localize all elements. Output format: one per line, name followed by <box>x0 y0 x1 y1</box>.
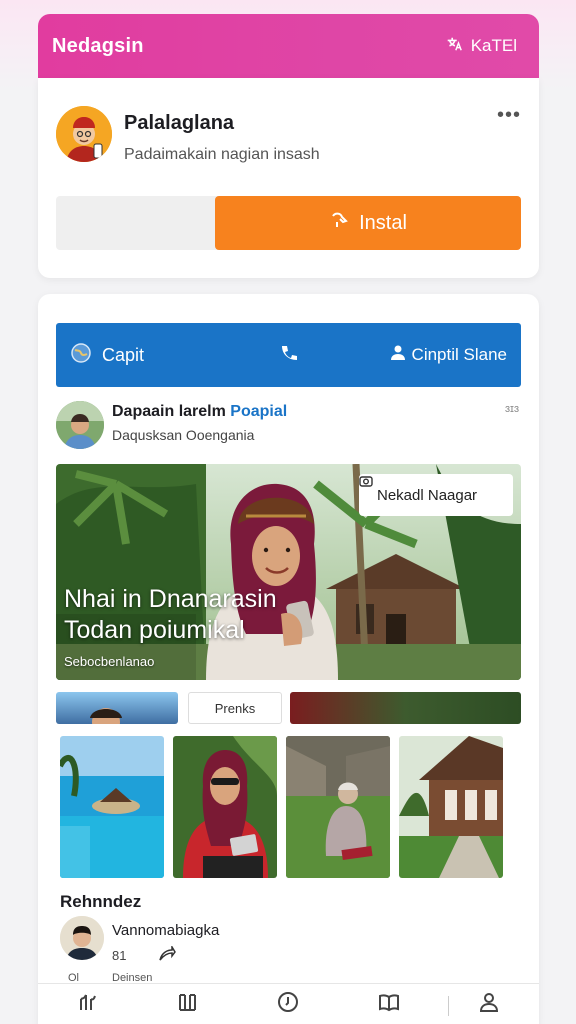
book-icon <box>377 990 401 1019</box>
post-hero-image[interactable]: Nekadl Naagar Nhai in Dnanarasin Todan p… <box>56 464 521 680</box>
more-options-icon[interactable]: ••• <box>497 104 521 127</box>
phone-icon[interactable] <box>278 343 300 370</box>
bottom-nav <box>38 983 539 1024</box>
call-bar-right[interactable]: Cinptil Slane <box>390 344 507 365</box>
hero-caption: Sebocbenlanao <box>64 654 155 669</box>
hero-headline-line1: Nhai in Dnanarasin <box>64 585 277 613</box>
strip-thumbnail-portrait[interactable] <box>56 692 178 724</box>
call-bar-left[interactable]: Capit <box>70 342 144 369</box>
library-icon <box>176 990 200 1019</box>
user-name: Vannomabiagka <box>112 922 220 939</box>
profile-subtitle: Padaimakain nagian insash <box>124 146 320 163</box>
nav-home[interactable] <box>68 989 108 1019</box>
header-action-button[interactable]: KaTEl <box>445 35 517 58</box>
call-bar-left-label: Capit <box>102 344 145 365</box>
strip-middle-button[interactable]: Prenks <box>188 692 282 724</box>
thumbnail-elder[interactable] <box>286 736 390 878</box>
post-author-name: Dapaain larelm Poapial <box>112 403 287 421</box>
post-meta: Daqusksan Ooengania <box>112 427 255 443</box>
nav-profile[interactable] <box>469 989 509 1019</box>
profile-avatar <box>56 106 112 162</box>
profile-icon <box>477 990 501 1019</box>
share-icon[interactable] <box>158 944 176 967</box>
thumbnail-house[interactable] <box>399 736 503 878</box>
user-count: 81 <box>112 948 127 963</box>
post-more-icon[interactable]: ɜɪɜ <box>505 403 519 415</box>
post-author-avatar[interactable] <box>56 401 104 449</box>
download-icon <box>329 210 349 236</box>
thumbnail-island[interactable] <box>60 736 164 878</box>
thumbnail-woman-tablet[interactable] <box>173 736 277 878</box>
translate-icon <box>445 35 463 58</box>
post-author-name-part1: Dapaain larelm <box>112 403 226 420</box>
call-bar: Capit Cinptil Slane <box>56 323 521 387</box>
nav-book[interactable] <box>369 989 409 1019</box>
clock-icon <box>276 990 300 1019</box>
nav-library[interactable] <box>168 989 208 1019</box>
user-row[interactable]: Vannomabiagka 81 <box>60 916 520 976</box>
post-author-name-part2: Poapial <box>230 403 288 420</box>
user-avatar <box>60 916 104 960</box>
thumbnail-row <box>60 736 539 878</box>
globe-icon <box>70 342 92 369</box>
post-header: Dapaain larelm Poapial Daqusksan Ooengan… <box>56 401 521 451</box>
install-label: Instal <box>359 211 407 234</box>
app-header: Nedagsin KaTEl <box>38 14 539 78</box>
person-icon <box>390 344 406 365</box>
nav-separator <box>448 996 449 1016</box>
profile-card: Palalaglana Padaimakain nagian insash ••… <box>38 78 539 278</box>
feed-card: Capit Cinptil Slane Dapaain larelm Poapi… <box>38 294 539 1024</box>
app-title: Nedagsin <box>52 34 144 57</box>
profile-name: Palalaglana <box>124 112 235 134</box>
hero-headline-line2: Todan poiumikal <box>64 616 245 644</box>
nav-clock[interactable] <box>268 989 308 1019</box>
home-icon <box>76 990 100 1019</box>
call-bar-right-label: Cinptil Slane <box>411 344 507 364</box>
location-tag-label: Nekadl Naagar <box>377 486 478 504</box>
section-title: Rehnndez <box>60 892 142 911</box>
strip-thumbnail-garden[interactable] <box>290 692 521 724</box>
header-action-label: KaTEl <box>470 36 517 55</box>
install-button[interactable]: Instal <box>215 196 521 250</box>
hero-headline: Nhai in Dnanarasin Todan poiumikal <box>64 584 277 646</box>
location-tag[interactable]: Nekadl Naagar <box>359 474 513 516</box>
